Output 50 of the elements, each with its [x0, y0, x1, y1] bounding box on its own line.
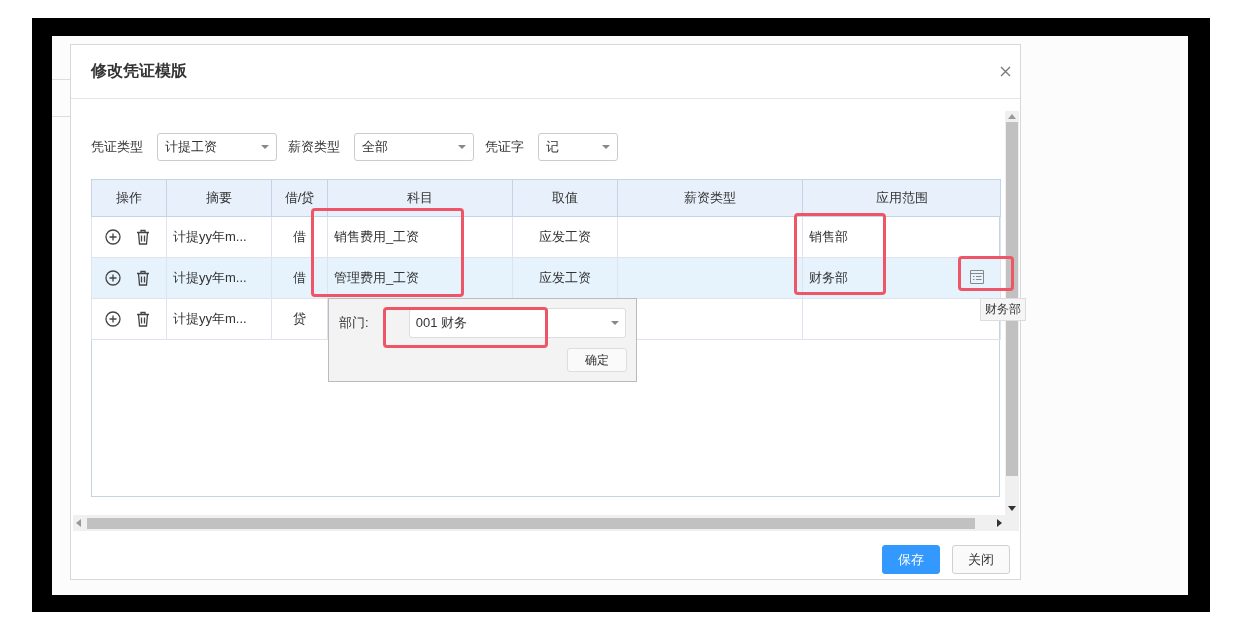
column-header: 摘要 [166, 179, 272, 217]
column-header: 取值 [512, 179, 618, 217]
delete-icon[interactable] [136, 270, 150, 287]
table-cell: 管理费用_工资 [334, 270, 420, 285]
column-header: 借/贷 [271, 179, 328, 217]
scroll-right-icon[interactable] [997, 519, 1002, 527]
table-cell: 销售部 [809, 229, 848, 244]
dialog-title: 修改凭证模版 [91, 61, 187, 81]
confirm-button[interactable]: 确定 [567, 348, 627, 372]
table-cell: 计提yy年m... [166, 298, 272, 340]
column-header: 操作 [91, 179, 167, 217]
table-cell: 销售费用_工资 [334, 229, 420, 244]
select-field[interactable]: 计提工资 [157, 133, 277, 161]
table-cell: 计提yy年m... [166, 216, 272, 258]
add-icon[interactable] [105, 229, 121, 246]
dialog-button[interactable]: 关闭 [952, 545, 1010, 574]
select-field[interactable]: 记 [538, 133, 618, 161]
column-header: 科目 [327, 179, 513, 217]
caret-icon[interactable] [458, 145, 466, 149]
field-label: 部门: [339, 314, 370, 332]
add-icon[interactable] [105, 270, 121, 287]
list-icon[interactable] [969, 269, 985, 285]
table-cell: 应发工资 [539, 229, 591, 244]
highlight-frame [958, 256, 1014, 291]
table-cell: 借 [271, 216, 328, 258]
select-field[interactable]: 全部 [354, 133, 474, 161]
scroll-left-icon[interactable] [76, 519, 81, 527]
department-select[interactable]: 001 财务 [408, 308, 626, 338]
table-cell: 贷 [271, 298, 328, 340]
filter-label: 薪资类型 [288, 138, 340, 156]
add-icon[interactable] [105, 311, 121, 328]
scroll-up-icon[interactable] [1008, 114, 1016, 119]
table-cell: 计提yy年m... [166, 257, 272, 299]
scroll-down-icon[interactable] [1008, 506, 1016, 511]
tooltip: 财务部 [980, 298, 1026, 321]
delete-icon[interactable] [136, 229, 150, 246]
horizontal-scrollbar[interactable] [73, 515, 1005, 531]
caret-icon[interactable] [602, 145, 610, 149]
filter-label: 凭证类型 [91, 138, 143, 156]
table-row[interactable]: 计提yy年m... 借 管理费用_工资 应发工资 财务部 [91, 257, 1001, 299]
table-row[interactable]: 计提yy年m... 借 销售费用_工资 应发工资 销售部 [91, 216, 1001, 258]
column-header: 应用范围 [802, 179, 1001, 217]
caret-icon[interactable] [261, 145, 269, 149]
filter-label: 凭证字 [485, 138, 524, 156]
column-header: 薪资类型 [617, 179, 803, 217]
close-icon[interactable] [1000, 66, 1011, 77]
table-cell: 应发工资 [539, 270, 591, 285]
caret-icon[interactable] [611, 321, 619, 325]
delete-icon[interactable] [136, 311, 150, 328]
table-cell: 财务部 [809, 270, 848, 285]
